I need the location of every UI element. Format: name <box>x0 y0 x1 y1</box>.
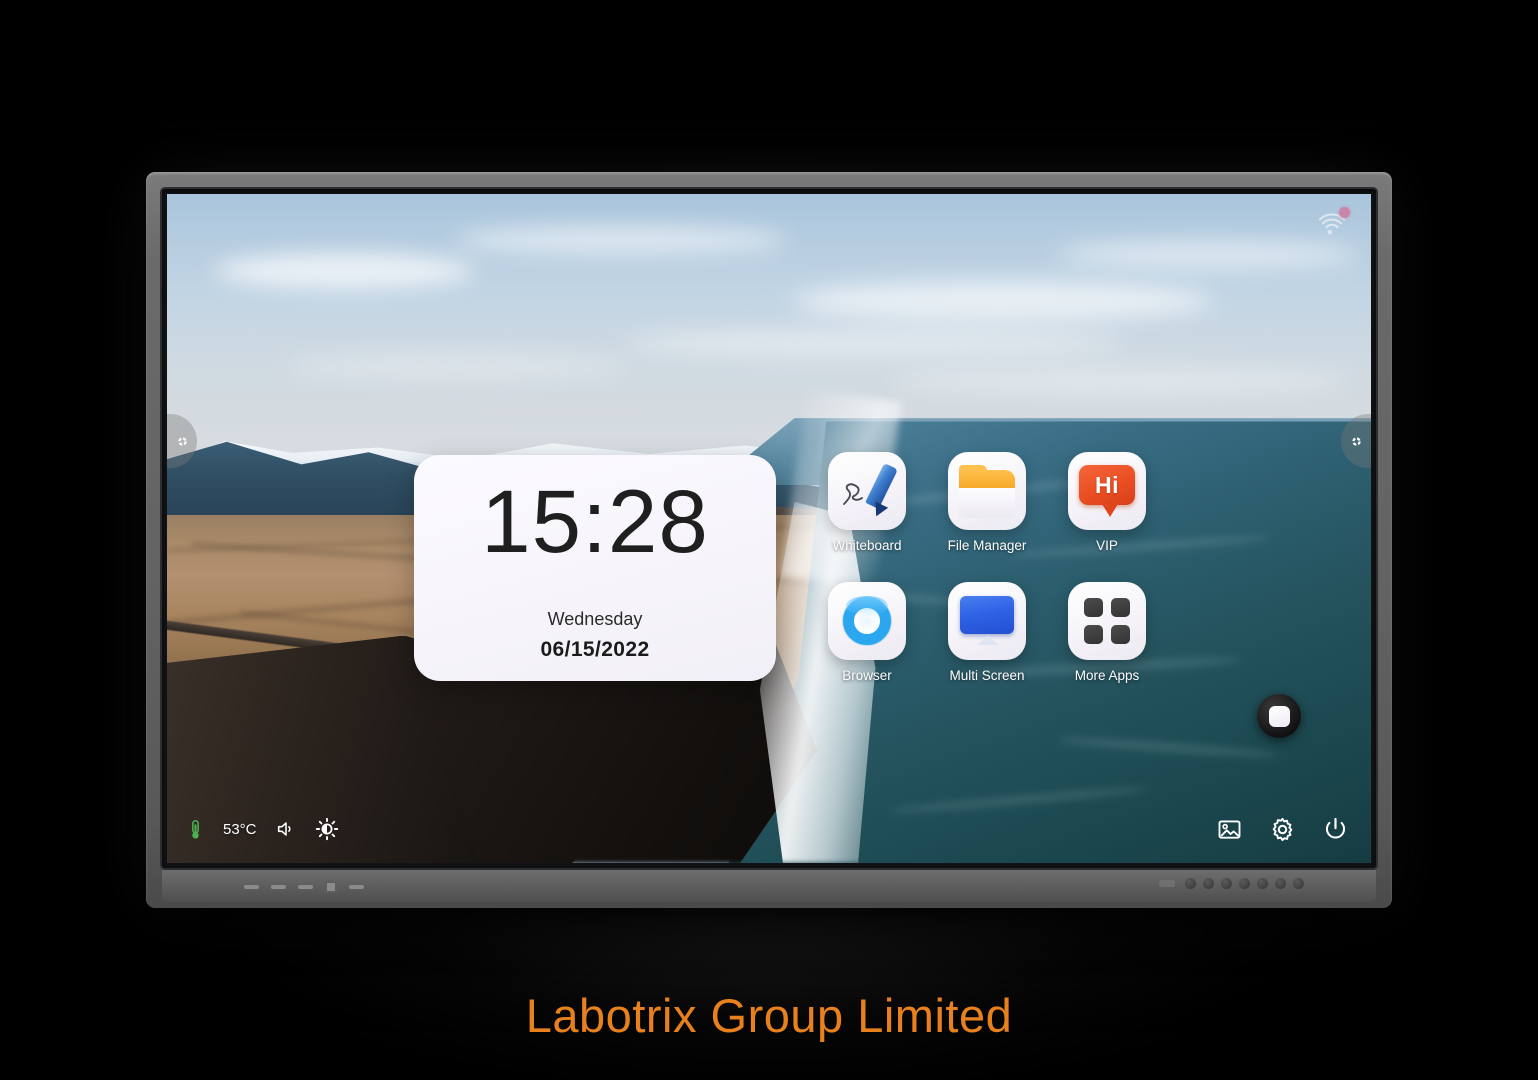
folder-icon <box>948 452 1026 530</box>
whiteboard-pen-icon <box>828 452 906 530</box>
app-vip[interactable]: Hi VIP <box>1047 452 1167 582</box>
image-gallery-icon[interactable] <box>1216 817 1243 842</box>
taskbar-left: 53°C <box>185 817 339 841</box>
grid-apps-icon <box>1068 582 1146 660</box>
display-screen[interactable]: 15:28 Wednesday 06/15/2022 Whiteboard Fi… <box>167 194 1371 863</box>
app-multi-screen[interactable]: Multi Screen <box>927 582 1047 712</box>
speech-bubble-hi-icon: Hi <box>1068 452 1146 530</box>
app-label: Whiteboard <box>832 538 902 553</box>
app-browser[interactable]: Browser <box>807 582 927 712</box>
clock-time: 15:28 <box>481 471 709 571</box>
bezel-buttons[interactable] <box>244 881 364 893</box>
rounded-square-icon <box>1268 705 1290 727</box>
page-title: Labotrix Group Limited <box>525 989 1013 1042</box>
bezel-ports <box>1159 878 1304 889</box>
gear-icon[interactable] <box>1269 816 1296 843</box>
volume-icon[interactable] <box>274 818 298 840</box>
clock-widget[interactable]: 15:28 Wednesday 06/15/2022 <box>414 455 776 681</box>
wifi-status[interactable] <box>1315 207 1350 239</box>
app-label: Multi Screen <box>949 668 1025 683</box>
app-grid: Whiteboard File Manager Hi VIP Browser M… <box>807 452 1167 712</box>
app-more-apps[interactable]: More Apps <box>1047 582 1167 712</box>
interactive-display-device: 15:28 Wednesday 06/15/2022 Whiteboard Fi… <box>146 172 1392 908</box>
app-whiteboard[interactable]: Whiteboard <box>807 452 927 582</box>
app-label: VIP <box>1096 538 1118 553</box>
side-menu-handle-icon <box>1351 436 1361 446</box>
display-bezel: 15:28 Wednesday 06/15/2022 Whiteboard Fi… <box>162 189 1376 868</box>
clock-weekday: Wednesday <box>547 609 643 629</box>
side-menu-handle-icon <box>177 436 187 446</box>
monitor-icon <box>948 582 1026 660</box>
browser-ring-icon <box>828 582 906 660</box>
app-label: File Manager <box>947 538 1027 553</box>
vip-badge-text: Hi <box>1095 471 1119 498</box>
brightness-icon[interactable] <box>315 817 339 841</box>
app-label: More Apps <box>1074 668 1140 683</box>
app-label: Browser <box>842 668 892 683</box>
clock-date: 06/15/2022 <box>540 638 650 661</box>
device-bottom-bezel <box>162 870 1376 902</box>
temperature-value: 53°C <box>223 820 257 838</box>
app-file-manager[interactable]: File Manager <box>927 452 1047 582</box>
thermometer-icon[interactable] <box>185 818 206 841</box>
home-floating-button[interactable] <box>1257 694 1301 738</box>
power-icon[interactable] <box>1322 816 1349 843</box>
wifi-alert-badge <box>1339 207 1350 218</box>
taskbar-right <box>1216 816 1349 843</box>
